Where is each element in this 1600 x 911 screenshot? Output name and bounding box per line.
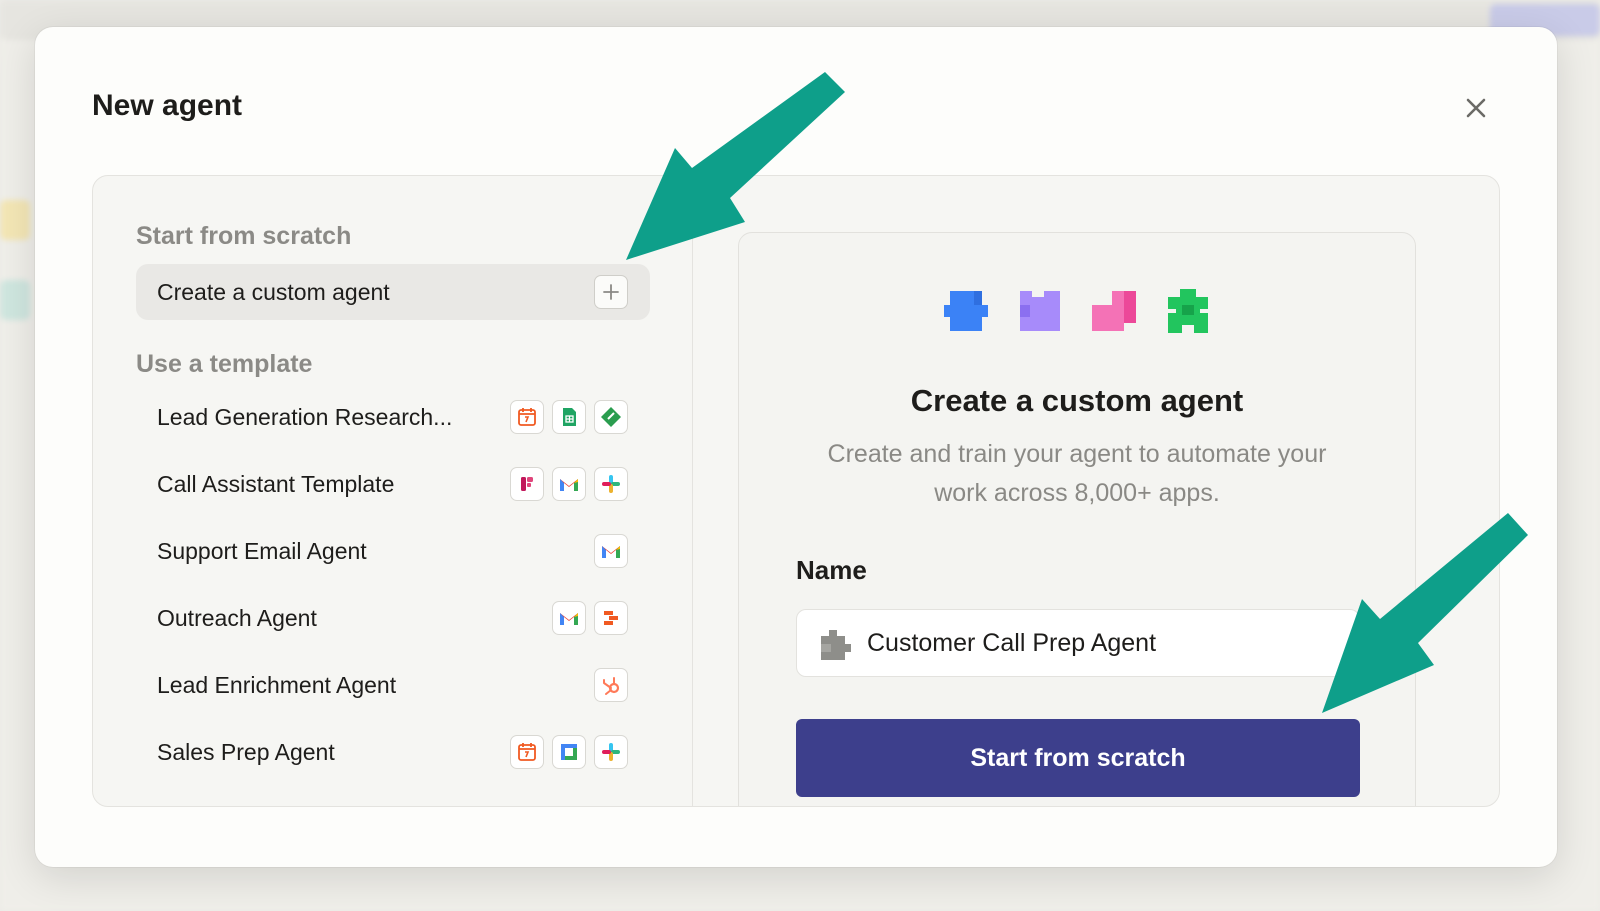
template-item[interactable]: Lead Generation Research... — [136, 384, 650, 451]
template-item[interactable]: Outreach Agent — [136, 585, 650, 652]
google-meet-icon — [552, 735, 586, 769]
custom-agent-card: Create a custom agent Create and train y… — [738, 232, 1416, 806]
diamond-app-icon — [594, 400, 628, 434]
close-button[interactable] — [1460, 92, 1492, 124]
custom-agent-label: Create a custom agent — [157, 278, 390, 305]
template-label: Sales Prep Agent — [157, 739, 335, 765]
template-label: Call Assistant Template — [157, 471, 395, 497]
agent-source-column: Start from scratch Create a custom agent… — [93, 176, 693, 806]
modal-title: New agent — [92, 89, 243, 122]
create-custom-agent-option[interactable]: Create a custom agent — [136, 264, 650, 320]
template-item[interactable]: Call Assistant Template — [136, 451, 650, 518]
annotation-arrow-bottom — [1322, 513, 1528, 713]
close-icon — [1466, 98, 1486, 118]
card-title: Create a custom agent — [910, 383, 1244, 418]
card-description: Create and train your agent to automate … — [827, 440, 1327, 507]
name-label: Name — [796, 555, 867, 585]
template-item[interactable]: Lead Enrichment Agent — [136, 652, 650, 719]
slack-icon — [594, 735, 628, 769]
hubspot-icon — [594, 668, 628, 702]
template-label: Support Email Agent — [157, 538, 367, 564]
gmail-icon — [552, 601, 586, 635]
start-from-scratch-button[interactable]: Start from scratch — [796, 719, 1360, 797]
puzzle-piece-icon — [817, 626, 853, 669]
gmail-icon — [594, 534, 628, 568]
google-sheets-icon — [552, 400, 586, 434]
calendar-icon — [510, 400, 544, 434]
scratch-heading: Start from scratch — [136, 222, 352, 250]
slack-icon — [594, 467, 628, 501]
template-heading: Use a template — [136, 350, 313, 378]
calendar-icon — [510, 735, 544, 769]
template-label: Lead Generation Research... — [157, 404, 453, 430]
template-item[interactable]: Sales Prep Agent — [136, 719, 650, 786]
puzzle-purple-icon — [1020, 291, 1060, 331]
plus-icon — [594, 275, 628, 309]
agent-name-input[interactable]: Customer Call Prep Agent — [796, 609, 1360, 677]
puzzle-illustration — [739, 287, 1415, 335]
template-label: Outreach Agent — [157, 605, 317, 631]
agent-name-value: Customer Call Prep Agent — [867, 628, 1157, 657]
zapier-icon — [594, 601, 628, 635]
gmail-icon — [552, 467, 586, 501]
template-list: Lead Generation Research... Call Assista… — [136, 384, 650, 786]
puzzle-green-icon — [1168, 289, 1208, 333]
template-item[interactable]: Support Email Agent — [136, 518, 650, 585]
puzzle-blue-icon — [944, 291, 988, 331]
puzzle-pink-icon — [1092, 291, 1136, 331]
template-label: Lead Enrichment Agent — [157, 672, 397, 698]
annotation-arrow-top — [626, 72, 845, 260]
fathom-icon — [510, 467, 544, 501]
